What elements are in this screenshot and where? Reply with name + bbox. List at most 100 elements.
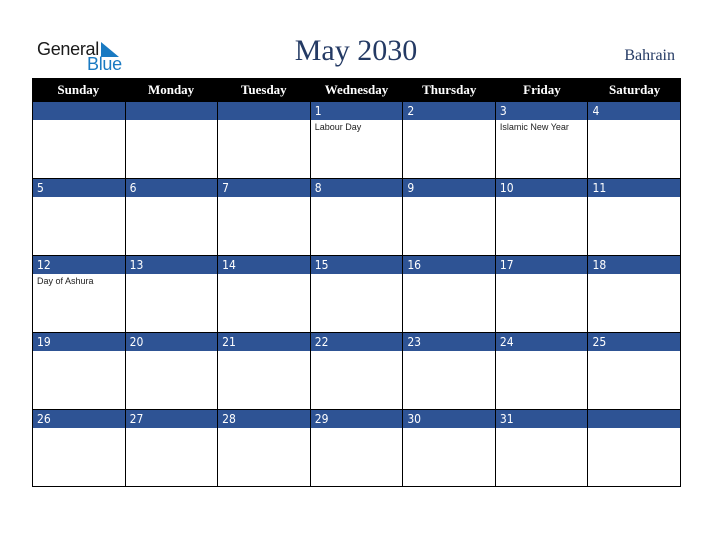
weekday-header: Saturday [609,82,661,97]
week-row: 5 6 7 8 9 10 11 [32,179,682,256]
day-cell[interactable] [587,410,682,487]
day-number: 29 [310,410,403,428]
day-cell[interactable]: 16 [402,256,495,333]
day-cell[interactable]: 24 [494,333,588,410]
day-number: 3 [495,102,588,120]
day-cell[interactable]: 5 [32,179,125,256]
day-cell[interactable]: 29 [309,410,403,487]
day-cell[interactable]: 14 [217,256,310,333]
day-cell[interactable]: 2 [402,102,495,179]
holiday-label [403,120,495,122]
day-number: 7 [218,179,310,197]
holiday-label [588,274,680,276]
day-number: 1 [310,102,403,120]
day-cell[interactable] [217,102,310,179]
day-cell[interactable]: 9 [402,179,495,256]
holiday-label [126,197,218,199]
holiday-label [403,351,495,353]
day-cell[interactable]: 12 Day of Ashura [32,256,125,333]
holiday-label: Islamic New Year [499,122,569,132]
day-cell[interactable] [124,102,218,179]
week-row: 19 20 21 22 23 24 25 [32,333,682,410]
week-row: 26 27 28 29 30 31 [32,410,682,487]
weekday-header: Tuesday [240,82,287,97]
holiday-label [33,120,125,122]
day-number: 22 [310,333,403,351]
holiday-label [311,428,403,430]
day-cell[interactable]: 25 [587,333,682,410]
holiday-label [311,274,403,276]
holiday-label [33,428,125,430]
day-cell[interactable]: 8 [309,179,403,256]
week-row: 12 Day of Ashura 13 14 15 16 17 18 [32,256,682,333]
day-cell[interactable]: 3 Islamic New Year [494,102,588,179]
day-cell[interactable]: 26 [32,410,125,487]
day-number: 25 [588,333,681,351]
holiday-label [33,351,125,353]
day-number: 5 [33,179,125,197]
day-number: 19 [33,333,125,351]
day-number: 2 [403,102,495,120]
day-number: 27 [125,410,218,428]
day-cell[interactable]: 6 [124,179,218,256]
holiday-label [403,197,495,199]
day-number [33,102,125,120]
day-cell[interactable]: 31 [494,410,588,487]
day-cell[interactable]: 17 [494,256,588,333]
day-number [125,102,218,120]
day-number: 8 [310,179,403,197]
holiday-label [496,428,588,430]
day-number: 26 [33,410,125,428]
day-cell[interactable]: 15 [309,256,403,333]
day-cell[interactable]: 18 [587,256,682,333]
day-cell[interactable]: 22 [309,333,403,410]
country-label: Bahrain [624,47,675,64]
day-cell[interactable]: 19 [32,333,125,410]
weekday-header-row: Sunday Monday Tuesday Wednesday Thursday… [32,78,681,102]
day-cell[interactable] [32,102,125,179]
calendar-title: May 2030 [294,34,418,67]
day-number: 13 [125,256,218,274]
day-cell[interactable]: 21 [217,333,310,410]
day-cell[interactable]: 10 [494,179,588,256]
day-number: 31 [495,410,588,428]
day-cell[interactable]: 4 [587,102,682,179]
day-number [588,410,681,428]
calendar-grid: Sunday Monday Tuesday Wednesday Thursday… [32,78,682,487]
holiday-label [218,274,310,276]
day-number: 20 [125,333,218,351]
day-number: 18 [588,256,681,274]
weekday-header: Thursday [422,82,477,97]
day-number: 9 [403,179,495,197]
day-number: 6 [125,179,218,197]
holiday-label [33,197,125,199]
holiday-label [218,428,310,430]
day-number: 23 [403,333,495,351]
week-row: 1 Labour Day 2 3 Islamic New Year 4 [32,102,682,179]
holiday-label [588,120,680,122]
day-number: 17 [495,256,588,274]
day-number: 10 [495,179,588,197]
holiday-label [126,120,218,122]
holiday-label: Labour Day [314,122,362,132]
day-cell[interactable]: 7 [217,179,310,256]
day-number: 12 [33,256,125,274]
day-cell[interactable]: 1 Labour Day [309,102,403,179]
holiday-label [218,120,310,122]
holiday-label [588,428,680,430]
day-cell[interactable]: 27 [124,410,218,487]
day-number: 21 [218,333,310,351]
holiday-label [588,197,680,199]
day-cell[interactable]: 30 [402,410,495,487]
day-cell[interactable]: 13 [124,256,218,333]
holiday-label [588,351,680,353]
weeks-container: 1 Labour Day 2 3 Islamic New Year 4 5 6 7 8 9 10 11 1… [32,102,682,487]
holiday-label [496,351,588,353]
day-cell[interactable]: 23 [402,333,495,410]
day-cell[interactable]: 28 [217,410,310,487]
holiday-label [126,351,218,353]
day-cell[interactable]: 20 [124,333,218,410]
day-cell[interactable]: 11 [587,179,682,256]
day-number: 4 [588,102,681,120]
day-number: 30 [403,410,495,428]
